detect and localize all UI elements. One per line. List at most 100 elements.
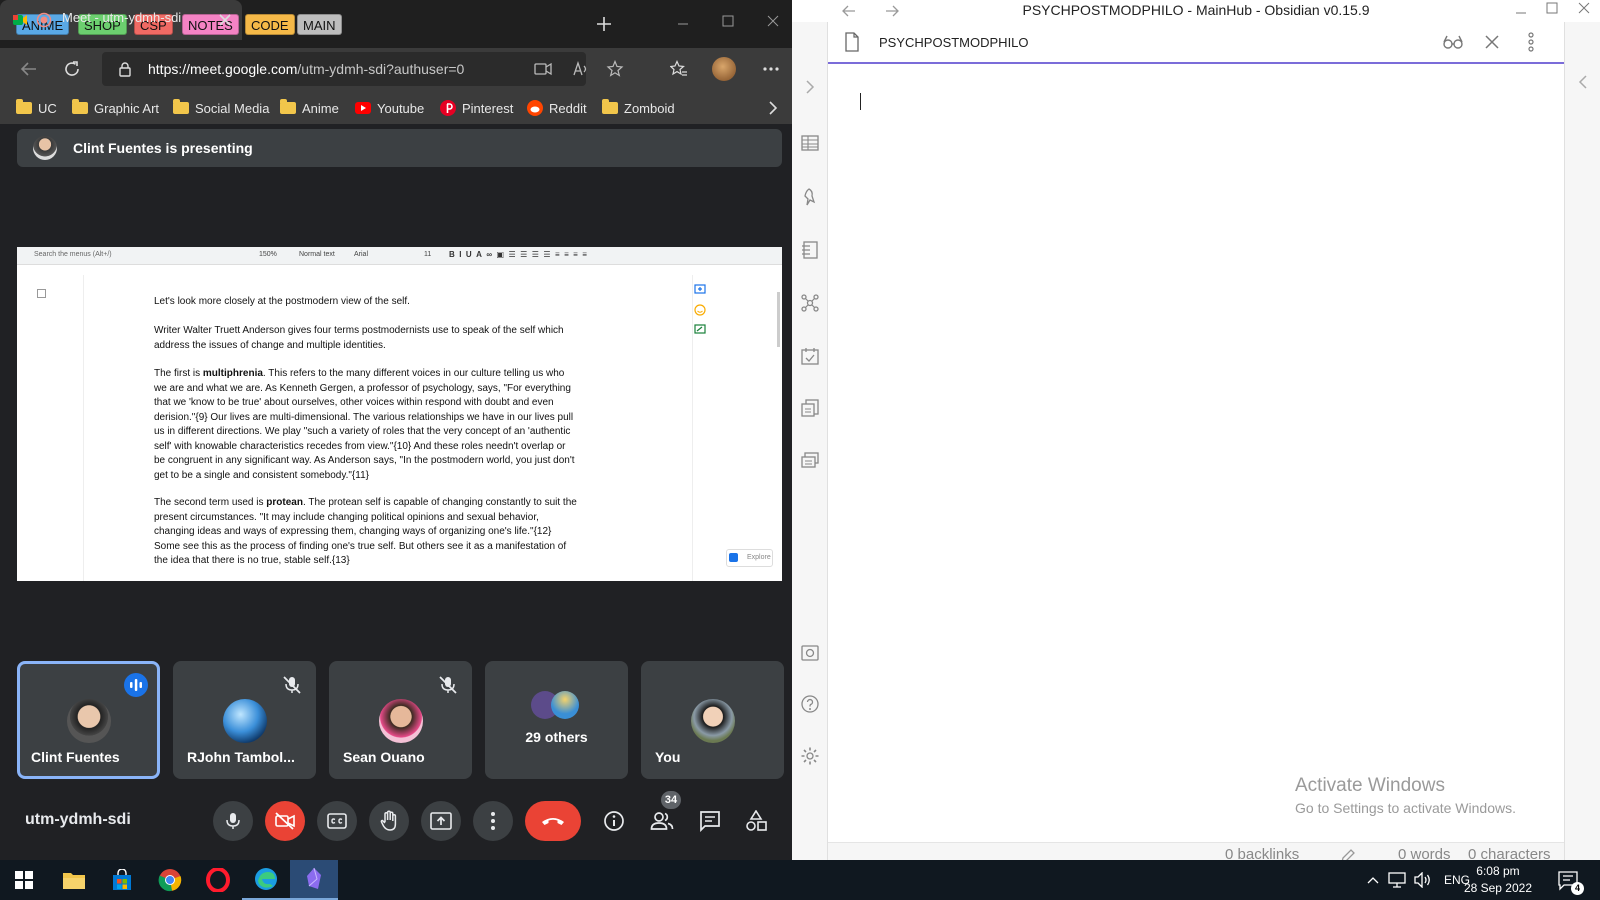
doc-line: changing ideas and ways of expressing th… — [154, 526, 552, 537]
bookmark-zomboid[interactable]: Zomboid — [602, 98, 675, 118]
bookmark-label: Social Media — [195, 100, 270, 116]
tray-chevron-up-icon[interactable] — [1367, 876, 1379, 884]
end-call-icon — [542, 818, 564, 825]
profile-avatar[interactable] — [712, 57, 736, 81]
minimize-icon[interactable] — [677, 18, 689, 30]
doc-style: Normal text — [299, 251, 335, 258]
templates-icon[interactable] — [800, 240, 820, 260]
youtube-icon — [355, 102, 371, 114]
tile-rjohn-tambol[interactable]: RJohn Tambol... — [173, 661, 316, 779]
taskbar-opera[interactable] — [194, 860, 242, 900]
help-icon[interactable] — [800, 694, 820, 714]
meeting-details-button[interactable] — [598, 805, 630, 837]
speaking-icon — [124, 673, 148, 697]
calendar-check-icon[interactable] — [800, 346, 820, 366]
doc-line: get to be a single and consistent somebo… — [154, 469, 369, 481]
refresh-icon[interactable] — [63, 60, 81, 78]
camera-blocked-icon[interactable] — [534, 62, 552, 76]
tile-clint-fuentes[interactable]: Clint Fuentes — [17, 661, 160, 779]
read-aloud-icon[interactable] — [572, 61, 590, 77]
tile-you[interactable]: You — [641, 661, 784, 779]
captions-button[interactable] — [317, 801, 357, 841]
minimize-icon[interactable] — [1515, 7, 1527, 19]
maximize-icon[interactable] — [722, 15, 734, 27]
note-more-options-icon[interactable] — [1528, 32, 1534, 52]
doc-line: The first is multiphrenia. This refers t… — [154, 368, 565, 379]
network-icon[interactable] — [1388, 872, 1406, 888]
bookmark-label: Pinterest — [462, 100, 514, 116]
camera-button[interactable] — [265, 801, 305, 841]
slides-stack-icon[interactable] — [800, 450, 820, 470]
reading-view-icon[interactable] — [1442, 34, 1464, 50]
bookmark-label: Anime — [302, 100, 339, 116]
collapse-sidebar-icon[interactable] — [1573, 72, 1593, 92]
pin-icon[interactable] — [800, 187, 820, 207]
bookmark-youtube[interactable]: Youtube — [355, 98, 424, 118]
settings-gear-icon[interactable] — [800, 746, 820, 766]
bookmark-social-media[interactable]: Social Media — [173, 98, 269, 118]
windows-logo-icon — [15, 871, 33, 889]
taskbar-file-explorer[interactable] — [50, 860, 98, 900]
new-tab-icon[interactable] — [596, 16, 612, 32]
character-count: 0 characters — [1468, 846, 1551, 860]
bookmark-graphic-art[interactable]: Graphic Art — [72, 98, 159, 118]
lock-icon[interactable] — [118, 61, 132, 77]
taskbar-store[interactable] — [98, 860, 146, 900]
url-field[interactable]: https://meet.google.com/utm-ydmh-sdi?aut… — [102, 52, 624, 86]
chat-button[interactable] — [694, 805, 726, 837]
tab-group-code[interactable]: CODE — [245, 14, 295, 35]
bookmark-uc[interactable]: UC — [16, 98, 57, 118]
start-button[interactable] — [0, 860, 48, 900]
close-tab-icon[interactable] — [218, 13, 232, 27]
bookmark-pinterest[interactable]: Pinterest — [440, 98, 513, 118]
folder-icon — [280, 99, 296, 114]
expand-sidebar-icon[interactable] — [800, 77, 820, 97]
volume-icon[interactable] — [1414, 872, 1432, 888]
add-comment-icon — [694, 284, 706, 294]
meet-favicon-icon — [13, 15, 27, 25]
close-window-icon[interactable] — [1578, 2, 1590, 14]
taskbar-clock[interactable]: 6:08 pm 28 Sep 2022 — [1464, 863, 1532, 897]
leave-call-button[interactable] — [525, 801, 581, 841]
vault-icon[interactable] — [800, 643, 820, 663]
backlinks-count[interactable]: 0 backlinks — [1225, 846, 1299, 860]
back-arrow-icon[interactable] — [20, 60, 38, 78]
maximize-icon[interactable] — [1546, 2, 1558, 14]
raise-hand-button[interactable] — [369, 801, 409, 841]
bookmark-anime[interactable]: Anime — [280, 98, 339, 118]
note-header: PSYCHPOSTMODPHILO — [828, 22, 1564, 64]
taskbar-edge[interactable] — [242, 860, 290, 900]
edit-pencil-icon[interactable] — [1340, 849, 1356, 860]
add-favorite-icon[interactable] — [606, 60, 624, 78]
bookmark-label: UC — [38, 100, 57, 116]
obsidian-left-ribbon — [792, 22, 828, 860]
obsidian-right-ribbon — [1564, 22, 1600, 860]
tab-group-main[interactable]: MAIN — [297, 14, 342, 35]
tile-others[interactable]: 29 others — [485, 661, 628, 779]
pinterest-icon — [440, 100, 456, 116]
present-button[interactable] — [421, 801, 461, 841]
more-options-button[interactable] — [473, 801, 513, 841]
taskbar-obsidian[interactable] — [290, 860, 338, 900]
people-button[interactable] — [646, 805, 678, 837]
activities-button[interactable] — [740, 805, 772, 837]
table-icon[interactable] — [800, 133, 820, 153]
folder-icon — [16, 99, 32, 114]
tile-sean-ouano[interactable]: Sean Ouano — [329, 661, 472, 779]
close-window-icon[interactable] — [767, 15, 779, 27]
note-editor[interactable] — [828, 66, 1564, 842]
close-note-icon[interactable] — [1484, 34, 1500, 50]
graph-view-icon[interactable] — [800, 293, 820, 313]
bookmark-reddit[interactable]: Reddit — [527, 98, 587, 118]
more-options-icon[interactable] — [763, 67, 779, 71]
copy-files-icon[interactable] — [800, 398, 820, 418]
chevron-right-icon[interactable] — [768, 101, 778, 115]
activities-shapes-icon — [746, 810, 767, 831]
doc-format-icons: B I U A ∞ ▣ ☰ ☰ ☰ ☰ ≡ ≡ ≡ ≡ — [449, 250, 587, 259]
taskbar-chrome[interactable] — [146, 860, 194, 900]
tile-name: You — [655, 749, 681, 765]
favorites-icon[interactable] — [670, 60, 688, 78]
tile-name: Sean Ouano — [343, 749, 425, 765]
mic-button[interactable] — [213, 801, 253, 841]
edge-icon — [255, 868, 277, 890]
